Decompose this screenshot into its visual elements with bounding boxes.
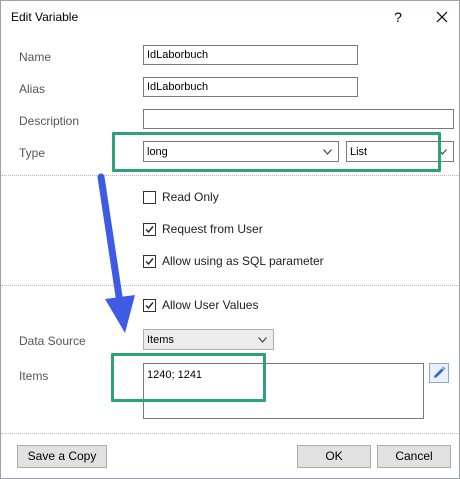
edit-items-button[interactable] xyxy=(429,363,449,383)
alias-label: Alias xyxy=(19,82,46,96)
read-only-checkbox[interactable] xyxy=(143,191,156,204)
window-title: Edit Variable xyxy=(11,10,79,24)
allow-sql-parameter-checkbox[interactable] xyxy=(143,255,156,268)
data-source-value: Items xyxy=(147,334,174,346)
description-label: Description xyxy=(19,114,80,128)
cancel-button[interactable]: Cancel xyxy=(377,445,451,468)
separator xyxy=(1,175,459,176)
read-only-label: Read Only xyxy=(162,190,219,204)
name-label: Name xyxy=(19,50,52,64)
checkmark-icon xyxy=(145,226,154,234)
checkmark-icon xyxy=(145,258,154,266)
edit-variable-dialog: Edit Variable ? Name IdLaborbuch Alias I… xyxy=(0,0,460,479)
data-source-dropdown[interactable]: Items xyxy=(143,329,274,350)
title-bar: Edit Variable ? xyxy=(1,1,459,33)
allow-user-values-checkbox[interactable] xyxy=(143,299,156,312)
request-from-user-checkbox[interactable] xyxy=(143,223,156,236)
pencil-icon xyxy=(434,366,446,378)
separator xyxy=(1,433,459,434)
data-source-label: Data Source xyxy=(19,334,86,348)
separator xyxy=(1,285,459,286)
description-input[interactable] xyxy=(143,109,454,129)
allow-sql-parameter-label: Allow using as SQL parameter xyxy=(162,254,324,268)
request-from-user-label: Request from User xyxy=(162,222,263,236)
help-button[interactable]: ? xyxy=(384,4,412,30)
checkmark-icon xyxy=(145,302,154,310)
alias-input[interactable]: IdLaborbuch xyxy=(143,77,358,97)
name-input[interactable]: IdLaborbuch xyxy=(143,45,358,65)
type-highlight-box xyxy=(112,132,441,172)
close-icon xyxy=(436,11,448,23)
chevron-down-icon xyxy=(258,337,267,343)
type-label: Type xyxy=(19,146,46,160)
close-button[interactable] xyxy=(428,4,456,30)
items-label: Items xyxy=(19,369,49,383)
ok-button[interactable]: OK xyxy=(297,445,371,468)
items-highlight-box xyxy=(111,353,266,402)
annotation-arrow xyxy=(97,173,135,333)
save-copy-button[interactable]: Save a Copy xyxy=(17,445,107,468)
allow-user-values-label: Allow User Values xyxy=(162,298,259,312)
